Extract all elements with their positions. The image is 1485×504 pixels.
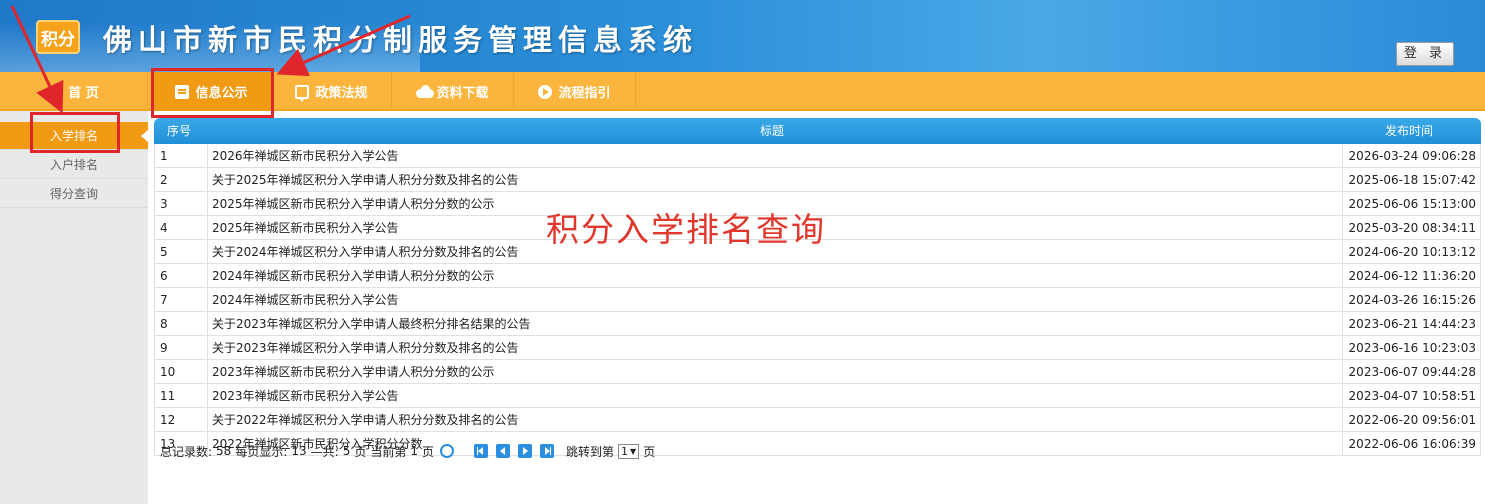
header-title: 标题 — [760, 124, 785, 138]
nav-item-policy[interactable]: 政策法规 — [272, 72, 392, 111]
row-number: 8 — [160, 317, 168, 331]
next-page-icon[interactable] — [518, 444, 533, 458]
system-title: 佛山市新市民积分制服务管理信息系统 — [103, 23, 699, 57]
nav-item-download[interactable]: 资料下载 — [392, 72, 514, 111]
row-date: 2023-06-16 10:23:03 — [1342, 336, 1480, 360]
current-page: 1 — [410, 444, 419, 458]
row-number: 6 — [160, 269, 168, 283]
table-row[interactable]: 9 关于2023年禅城区积分入学申请人积分分数及排名的公告 2023-06-16 1… — [154, 336, 1481, 360]
row-date: 2023-04-07 10:58:51 — [1342, 384, 1480, 408]
pages-prefix: —共: — [310, 444, 339, 459]
header-banner: 积分 佛山市新市民积分制服务管理信息系统 登 录 — [0, 0, 1485, 72]
row-title-link[interactable]: 2024年禅城区新市民积分入学申请人积分分数的公示 — [207, 264, 1337, 288]
total-count: 58 — [216, 444, 232, 458]
cloud-download-icon — [416, 84, 435, 99]
per-page-label: 每页显示: — [235, 444, 288, 459]
table-row[interactable]: 8 关于2023年禅城区积分入学申请人最终积分排名结果的公告 2023-06-21 … — [154, 312, 1481, 336]
row-title-link[interactable]: 2026年禅城区新市民积分入学公告 — [207, 144, 1337, 168]
logo-badge: 积分 — [36, 20, 80, 54]
page-jump-value: 1 — [621, 444, 629, 458]
table-row[interactable]: 7 2024年禅城区新市民积分入学公告 2024-03-26 16:15:26 — [154, 288, 1481, 312]
row-date: 2025-06-06 15:13:00 — [1342, 192, 1480, 216]
table-row[interactable]: 1 2026年禅城区新市民积分入学公告 2026-03-24 09:06:28 — [154, 144, 1481, 168]
row-date: 2024-06-20 10:13:12 — [1342, 240, 1480, 264]
row-number: 12 — [160, 413, 176, 427]
nav-item-label: 流程指引 — [558, 86, 611, 101]
total-label: 总记录数: — [160, 444, 213, 459]
table-body: 1 2026年禅城区新市民积分入学公告 2026-03-24 09:06:28 2 关于… — [154, 144, 1481, 456]
nav-item-label: 资料下载 — [436, 86, 489, 101]
row-number: 11 — [160, 389, 176, 403]
pages-suffix: 页 — [354, 444, 367, 459]
table-row[interactable]: 2 关于2025年禅城区积分入学申请人积分分数及排名的公告 2025-06-18 1… — [154, 168, 1481, 192]
row-date: 2023-06-07 09:44:28 — [1342, 360, 1480, 384]
row-number: 3 — [160, 197, 168, 211]
row-number: 1 — [160, 149, 168, 163]
chat-icon — [295, 84, 310, 102]
sidebar: 入学排名 入户排名 得分查询 — [0, 111, 148, 504]
row-title-link[interactable]: 2023年禅城区新市民积分入学申请人积分分数的公示 — [207, 360, 1337, 384]
header-no: 序号 — [167, 124, 192, 138]
notice-table: 序号 标题 发布时间 1 2026年禅城区新市民积分入学公告 2026-03-24 … — [154, 118, 1481, 456]
table-row[interactable]: 10 2023年禅城区新市民积分入学申请人积分分数的公示 2023-06-07 09… — [154, 360, 1481, 384]
play-circle-icon — [538, 84, 553, 99]
row-date: 2024-06-12 11:36:20 — [1342, 264, 1480, 288]
nav-item-home[interactable]: 首 页 — [0, 72, 148, 111]
jump-prefix: 跳转到第 — [566, 444, 615, 459]
current-suffix: 页 — [422, 444, 435, 459]
table-row[interactable]: 12 关于2022年禅城区积分入学申请人积分分数及排名的公告 2022-06-20 … — [154, 408, 1481, 432]
home-icon — [48, 84, 62, 99]
row-number: 5 — [160, 245, 168, 259]
row-title-link[interactable]: 关于2023年禅城区积分入学申请人积分分数及排名的公告 — [207, 336, 1337, 360]
row-number: 7 — [160, 293, 168, 307]
annotation-box-info-tab — [151, 68, 274, 118]
row-date: 2025-03-20 08:34:11 — [1342, 216, 1480, 240]
first-page-icon[interactable] — [474, 444, 489, 458]
table-row[interactable]: 11 2023年禅城区新市民积分入学公告 2023-04-07 10:58:51 — [154, 384, 1481, 408]
current-prefix: 当前第 — [370, 444, 407, 459]
jump-suffix: 页 — [643, 444, 656, 459]
pages-count: 5 — [342, 444, 351, 458]
row-number: 2 — [160, 173, 168, 187]
row-date: 2022-06-06 16:06:39 — [1342, 432, 1480, 456]
header-date: 发布时间 — [1385, 124, 1434, 138]
row-date: 2026-03-24 09:06:28 — [1342, 144, 1480, 168]
refresh-icon[interactable] — [440, 444, 455, 458]
row-title-link[interactable]: 关于2025年禅城区积分入学申请人积分分数及排名的公告 — [207, 168, 1337, 192]
table-header: 序号 标题 发布时间 — [154, 118, 1481, 144]
row-title-link[interactable]: 2023年禅城区新市民积分入学公告 — [207, 384, 1337, 408]
row-number: 10 — [160, 365, 176, 379]
nav-item-guide[interactable]: 流程指引 — [514, 72, 636, 111]
table-row[interactable]: 6 2024年禅城区新市民积分入学申请人积分分数的公示 2024-06-12 11:… — [154, 264, 1481, 288]
row-title-link[interactable]: 关于2022年禅城区积分入学申请人积分分数及排名的公告 — [207, 408, 1337, 432]
annotation-text: 积分入学排名查询 — [546, 210, 826, 249]
nav-item-label: 政策法规 — [315, 86, 368, 101]
pagination: 总记录数: 58 每页显示: 13 —共: 5 页 当前第 1 页 跳转到第 1… — [160, 441, 655, 461]
row-date: 2024-03-26 16:15:26 — [1342, 288, 1480, 312]
sidebar-item-score-query[interactable]: 得分查询 — [0, 180, 148, 208]
row-date: 2023-06-21 14:44:23 — [1342, 312, 1480, 336]
row-number: 4 — [160, 221, 168, 235]
annotation-box-sidebar-item — [30, 112, 120, 153]
chevron-down-icon: ▼ — [630, 446, 637, 456]
row-title-link[interactable]: 关于2023年禅城区积分入学申请人最终积分排名结果的公告 — [207, 312, 1337, 336]
page-jump-select[interactable]: 1 ▼ — [618, 443, 640, 459]
row-date: 2022-06-20 09:56:01 — [1342, 408, 1480, 432]
login-button[interactable]: 登 录 — [1396, 42, 1454, 66]
row-title-link[interactable]: 2024年禅城区新市民积分入学公告 — [207, 288, 1337, 312]
last-page-icon[interactable] — [540, 444, 555, 458]
prev-page-icon[interactable] — [496, 444, 511, 458]
row-date: 2025-06-18 15:07:42 — [1342, 168, 1480, 192]
sidebar-item-household-ranking[interactable]: 入户排名 — [0, 151, 148, 179]
per-page-count: 13 — [291, 444, 307, 458]
nav-item-label: 首 页 — [68, 86, 99, 101]
row-number: 9 — [160, 341, 168, 355]
